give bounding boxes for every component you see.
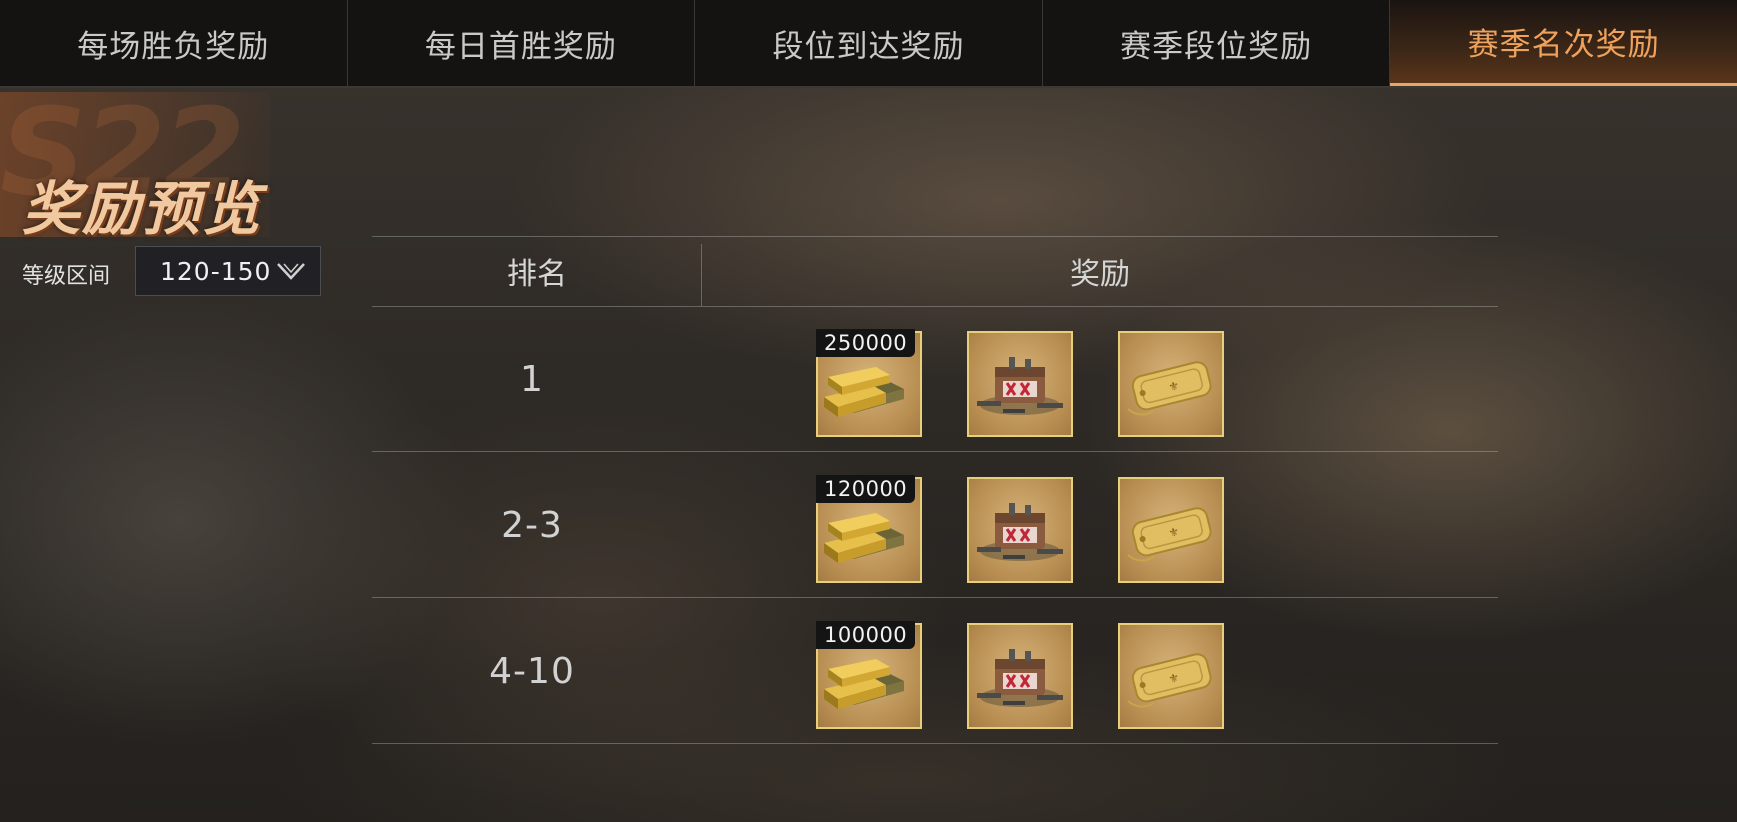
- reward-item-supply-crate[interactable]: [967, 477, 1073, 583]
- table-row: 1 ⚜ 250000: [372, 307, 1498, 452]
- page-title: 奖励预览: [22, 175, 263, 243]
- tab-season-placement-reward[interactable]: 赛季名次奖励: [1390, 0, 1737, 86]
- gold-amount-badge: 250000: [816, 329, 916, 357]
- divider: [372, 451, 1498, 452]
- divider: [372, 743, 1498, 744]
- dog-tag-icon: ⚜: [1127, 361, 1212, 416]
- level-range-label: 等级区间: [22, 264, 111, 289]
- gold-amount-badge: 100000: [816, 621, 916, 649]
- divider: [372, 597, 1498, 598]
- reward-item-supply-crate[interactable]: [967, 331, 1073, 437]
- level-range-dropdown[interactable]: 120-150: [135, 246, 321, 296]
- supply-crate-icon: [977, 649, 1063, 707]
- supply-crate-icon: [977, 503, 1063, 561]
- rank-cell: 4-10: [489, 651, 575, 692]
- column-header-rank: 排名: [507, 257, 567, 292]
- table-header: 排名 奖励: [372, 236, 1498, 306]
- table-row: 4-10 ⚜ 100000: [372, 599, 1498, 744]
- column-header-reward: 奖励: [1070, 257, 1130, 292]
- reward-item-dog-tag[interactable]: ⚜: [1118, 623, 1224, 729]
- tab-rank-reached-reward[interactable]: 段位到达奖励: [695, 0, 1043, 86]
- table-row: 2-3 ⚜ 120000: [372, 453, 1498, 598]
- dog-tag-icon: ⚜: [1127, 653, 1212, 708]
- rank-cell: 2-3: [501, 505, 563, 546]
- rank-cell: 1: [520, 359, 544, 400]
- reward-item-dog-tag[interactable]: ⚜: [1118, 477, 1224, 583]
- reward-item-supply-crate[interactable]: [967, 623, 1073, 729]
- level-range-value: 120-150: [160, 256, 272, 286]
- supply-crate-icon: [977, 357, 1063, 415]
- chevron-down-icon: [277, 263, 305, 280]
- tab-bar: 每场胜负奖励 每日首胜奖励 段位到达奖励 赛季段位奖励 赛季名次奖励: [0, 0, 1737, 88]
- reward-item-dog-tag[interactable]: ⚜: [1118, 331, 1224, 437]
- dog-tag-icon: ⚜: [1127, 507, 1212, 562]
- tab-per-match-reward[interactable]: 每场胜负奖励: [0, 0, 348, 86]
- reward-table: 排名 奖励 1 ⚜ 250000 2-3 ⚜ 120000 4-10 ⚜ 100…: [372, 236, 1498, 746]
- tab-daily-first-win-reward[interactable]: 每日首胜奖励: [348, 0, 696, 86]
- gold-amount-badge: 120000: [816, 475, 916, 503]
- tab-season-rank-reward[interactable]: 赛季段位奖励: [1043, 0, 1391, 86]
